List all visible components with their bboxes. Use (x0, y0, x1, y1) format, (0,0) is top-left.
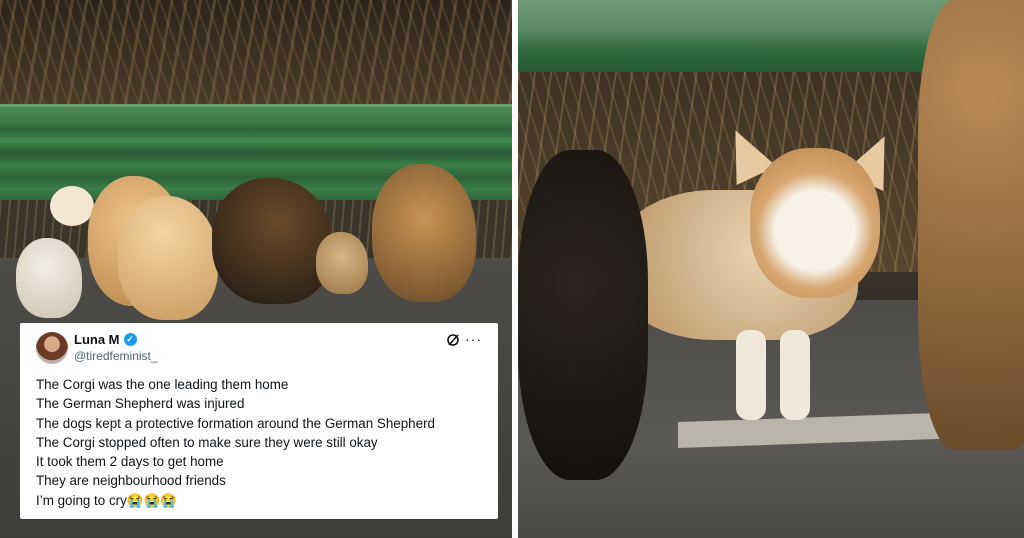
corgi-leg (736, 330, 766, 420)
corgi-leg (780, 330, 810, 420)
white-fluffy-dog (16, 238, 82, 318)
tweet-line: The German Shepherd was injured (36, 396, 245, 412)
tan-dog-partial (918, 0, 1024, 450)
tweet-line: The Corgi stopped often to make sure the… (36, 434, 378, 450)
tweet-line: The dogs kept a protective formation aro… (36, 415, 435, 431)
brown-dog (372, 164, 476, 302)
tweet-line: The Corgi was the one leading them home (36, 377, 289, 392)
tweet-card[interactable]: Luna M ✓ @tiredfeminist_ ··· The Corgi w… (20, 323, 498, 519)
author-name[interactable]: Luna M (74, 332, 120, 347)
tweet-text: The Corgi was the one leading them home … (36, 375, 486, 510)
avatar[interactable] (36, 332, 68, 364)
dry-bushes (0, 0, 512, 112)
corgi-head (750, 148, 880, 298)
tweet-line: It took them 2 days to get home (36, 454, 224, 470)
author-row: Luna M ✓ (74, 332, 137, 347)
right-corgi-photo (518, 0, 1024, 538)
tweet-line: I’m going to cry😭😭😭 (36, 492, 177, 508)
dark-dog-blurred (518, 150, 648, 480)
verified-checkmark-icon: ✓ (123, 333, 137, 346)
small-tan-dog (316, 232, 368, 294)
left-dog-photo: Luna M ✓ @tiredfeminist_ ··· The Corgi w… (0, 0, 512, 538)
grok-icon[interactable] (446, 333, 460, 347)
tweet-line: They are neighbourhood friends (36, 473, 226, 489)
more-options-icon[interactable]: ··· (465, 331, 482, 347)
german-shepherd (212, 178, 332, 304)
curled-tail (50, 186, 94, 226)
author-handle[interactable]: @tiredfeminist_ (74, 349, 158, 363)
golden-dog-2 (118, 196, 218, 320)
